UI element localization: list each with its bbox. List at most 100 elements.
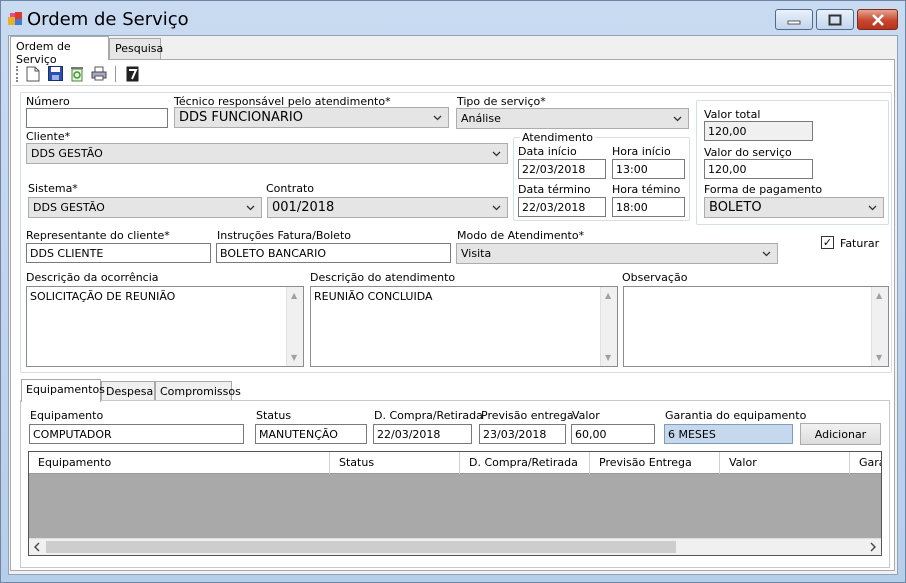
cliente-value: DDS GESTÃO xyxy=(31,147,103,160)
tab-despesa[interactable]: Despesa xyxy=(101,381,155,401)
descricao-ocorrencia-value: SOLICITAÇÃO DE REUNIÃO xyxy=(30,290,176,303)
new-document-icon[interactable] xyxy=(25,66,41,82)
close-button[interactable] xyxy=(857,9,898,30)
status-field[interactable]: MANUTENÇÃO xyxy=(255,424,367,444)
representante-field[interactable]: DDS CLIENTE xyxy=(26,243,211,263)
tecnico-combo[interactable]: DDS FUNCIONARIO xyxy=(174,107,449,128)
valor-total-field: 120,00 xyxy=(704,121,813,141)
forma-pagamento-label: Forma de pagamento xyxy=(704,183,823,196)
tab-label: Despesa xyxy=(106,385,154,398)
scrollbar-thumb[interactable] xyxy=(46,541,676,553)
tab-label: Equipamentos xyxy=(26,383,105,396)
tab-compromissos[interactable]: Compromissos xyxy=(155,381,241,401)
adicionar-button[interactable]: Adicionar xyxy=(800,423,881,445)
forma-pagamento-combo[interactable]: BOLETO xyxy=(704,197,884,218)
maximize-button[interactable] xyxy=(816,9,854,30)
tab-equipamentos[interactable]: Equipamentos xyxy=(21,379,105,402)
contrato-combo[interactable]: 001/2018 xyxy=(267,197,508,218)
maximize-icon xyxy=(828,14,842,25)
forma-pagamento-value: BOLETO xyxy=(709,200,762,215)
tipo-servico-value: Análise xyxy=(461,112,501,125)
chevron-down-icon xyxy=(673,116,682,122)
tab-label: Compromissos xyxy=(160,385,241,398)
save-icon[interactable] xyxy=(47,66,63,82)
grid-column-header[interactable]: Status xyxy=(330,452,460,474)
grid-column-header[interactable]: Valor xyxy=(720,452,850,474)
cliente-combo[interactable]: DDS GESTÃO xyxy=(26,143,508,164)
tab-ordem-de-servico[interactable]: Ordem de Serviço xyxy=(10,36,109,66)
chevron-down-icon xyxy=(492,151,501,157)
numero-label: Número xyxy=(26,95,70,108)
instrucoes-label: Instruções Fatura/Boleto xyxy=(217,229,351,242)
close-icon xyxy=(871,13,884,26)
print-icon[interactable] xyxy=(91,66,107,82)
minimize-button[interactable] xyxy=(775,9,813,30)
data-termino-field[interactable]: 22/03/2018 xyxy=(518,197,606,217)
vertical-scrollbar[interactable]: ▲ ▼ xyxy=(871,287,888,366)
faturar-checkbox[interactable]: ✓ xyxy=(821,236,834,249)
minimize-icon xyxy=(787,20,801,24)
grid-header: Equipamento Status D. Compra/Retirada Pr… xyxy=(29,452,881,474)
vertical-scrollbar[interactable]: ▲ ▼ xyxy=(286,287,303,366)
contrato-label: Contrato xyxy=(266,182,315,195)
descricao-atendimento-label: Descrição do atendimento xyxy=(310,271,456,284)
toolbar-grip xyxy=(16,65,19,82)
recycle-icon[interactable] xyxy=(69,66,85,82)
cliente-label: Cliente* xyxy=(26,130,71,143)
chevron-right-icon[interactable] xyxy=(869,542,877,552)
sistema-label: Sistema* xyxy=(28,182,78,195)
garantia-field[interactable]: 6 MESES xyxy=(664,424,793,444)
valor-field[interactable]: 60,00 xyxy=(571,424,655,444)
hora-termino-field[interactable]: 18:00 xyxy=(612,197,685,217)
equipamentos-grid[interactable]: Equipamento Status D. Compra/Retirada Pr… xyxy=(28,451,882,556)
equipamento-field[interactable]: COMPUTADOR xyxy=(29,424,244,444)
sistema-combo[interactable]: DDS GESTÃO xyxy=(28,197,262,218)
equipamento-label: Equipamento xyxy=(30,409,104,422)
toolbar xyxy=(12,62,892,86)
previsao-label: Previsão entrega xyxy=(481,409,574,422)
hora-inicio-field[interactable]: 13:00 xyxy=(612,159,685,179)
faturar-label: Faturar xyxy=(840,237,880,250)
tab-pesquisa[interactable]: Pesquisa xyxy=(109,38,164,59)
instrucoes-field[interactable]: BOLETO BANCARIO xyxy=(216,243,451,263)
descricao-ocorrencia-label: Descrição da ocorrência xyxy=(26,271,159,284)
data-inicio-field[interactable]: 22/03/2018 xyxy=(518,159,606,179)
valor-total-label: Valor total xyxy=(704,108,761,121)
valor-servico-field[interactable]: 120,00 xyxy=(704,159,813,179)
previsao-field[interactable]: 23/03/2018 xyxy=(479,424,566,444)
tipo-servico-combo[interactable]: Análise xyxy=(456,108,689,129)
tecnico-value: DDS FUNCIONARIO xyxy=(179,110,303,125)
modo-atendimento-value: Visita xyxy=(461,247,492,260)
valor-label: Valor xyxy=(572,409,600,422)
sistema-value: DDS GESTÃO xyxy=(33,201,105,214)
observacao-label: Observação xyxy=(622,271,688,284)
tab-label: Pesquisa xyxy=(115,42,164,55)
grid-column-header[interactable]: Equipamento xyxy=(29,452,330,474)
chevron-down-icon xyxy=(433,115,442,121)
representante-label: Representante do cliente* xyxy=(26,229,170,242)
valor-servico-label: Valor do serviço xyxy=(704,146,792,159)
vertical-scrollbar[interactable]: ▲ ▼ xyxy=(600,287,617,366)
compra-field[interactable]: 22/03/2018 xyxy=(373,424,472,444)
descricao-atendimento-value: REUNIÃO CONCLUIDA xyxy=(314,290,433,303)
grid-column-header[interactable]: D. Compra/Retirada xyxy=(460,452,590,474)
contrato-value: 001/2018 xyxy=(272,200,335,215)
modo-atendimento-label: Modo de Atendimento* xyxy=(457,229,585,242)
atendimento-title: Atendimento xyxy=(520,131,595,144)
descricao-ocorrencia-textarea[interactable]: SOLICITAÇÃO DE REUNIÃO ▲ ▼ xyxy=(26,286,304,367)
chevron-left-icon[interactable] xyxy=(33,542,41,552)
chevron-down-icon xyxy=(246,205,255,211)
observacao-textarea[interactable]: ▲ ▼ xyxy=(623,286,889,367)
grid-column-header[interactable]: Gara xyxy=(850,452,881,474)
tipo-servico-label: Tipo de serviço* xyxy=(457,95,546,108)
window-title: Ordem de Serviço xyxy=(27,9,189,30)
chevron-down-icon xyxy=(762,251,771,257)
modo-atendimento-combo[interactable]: Visita xyxy=(456,243,778,264)
numero-field[interactable] xyxy=(26,108,168,128)
descricao-atendimento-textarea[interactable]: REUNIÃO CONCLUIDA ▲ ▼ xyxy=(310,286,618,367)
report-icon[interactable] xyxy=(124,66,140,82)
chevron-down-icon xyxy=(868,205,877,211)
grid-column-header[interactable]: Previsão Entrega xyxy=(590,452,720,474)
horizontal-scrollbar[interactable] xyxy=(29,538,881,555)
garantia-label: Garantia do equipamento xyxy=(665,409,807,422)
